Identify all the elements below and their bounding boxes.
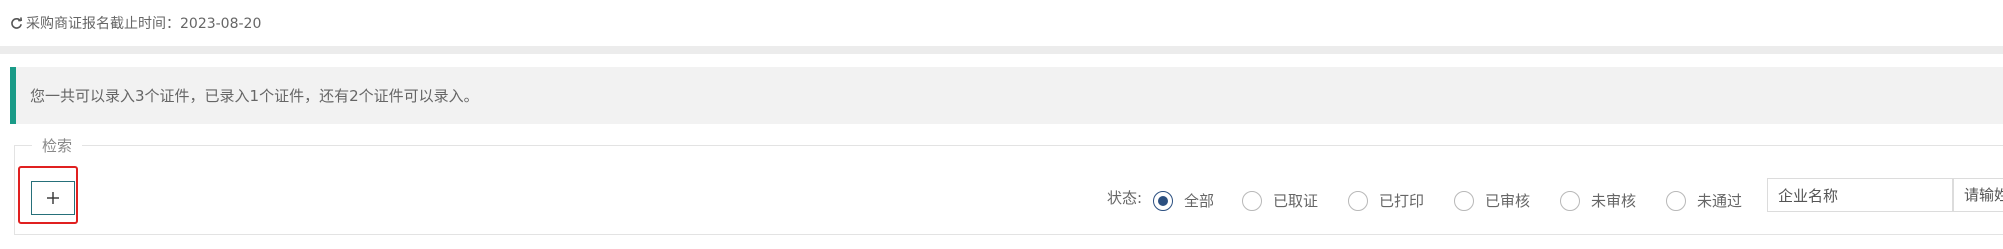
radio-circle <box>1454 190 1474 211</box>
status-option-obtained[interactable]: 已取证 <box>1242 190 1318 211</box>
radio-circle <box>1666 190 1686 211</box>
company-name-input[interactable] <box>1767 178 1953 212</box>
status-option-unreviewed[interactable]: 未审核 <box>1560 190 1636 211</box>
deadline-text: 采购商证报名截止时间：2023-08-20 <box>26 16 262 32</box>
status-option-label: 全部 <box>1184 192 1215 210</box>
radio-circle <box>1242 190 1262 211</box>
status-option-label: 已打印 <box>1379 192 1425 210</box>
radio-circle <box>1153 190 1173 211</box>
refresh-icon <box>10 16 23 30</box>
add-button[interactable] <box>31 181 75 215</box>
search-legend: 检索 <box>32 135 83 156</box>
notice-text: 您一共可以录入3个证件，已录入1个证件，还有2个证件可以录入。 <box>30 87 479 105</box>
status-option-failed[interactable]: 未通过 <box>1666 190 1742 211</box>
page: 采购商证报名截止时间：2023-08-20 您一共可以录入3个证件，已录入1个证… <box>0 0 2003 249</box>
section-divider <box>0 46 2003 54</box>
plus-icon <box>47 192 59 204</box>
radio-circle <box>1348 190 1368 211</box>
status-label: 状态: <box>1107 189 1143 207</box>
status-option-label: 未通过 <box>1697 192 1743 210</box>
status-option-label: 已取证 <box>1273 192 1319 210</box>
status-option-label: 已审核 <box>1485 192 1531 210</box>
radio-circle <box>1560 190 1580 211</box>
notice-banner: 您一共可以录入3个证件，已录入1个证件，还有2个证件可以录入。 <box>10 67 2003 124</box>
deadline-bar: 采购商证报名截止时间：2023-08-20 <box>0 0 2003 46</box>
name-input[interactable] <box>1953 178 2003 212</box>
status-option-all[interactable]: 全部 <box>1153 190 1214 211</box>
status-option-label: 未审核 <box>1591 192 1637 210</box>
status-option-reviewed[interactable]: 已审核 <box>1454 190 1530 211</box>
status-option-printed[interactable]: 已打印 <box>1348 190 1424 211</box>
